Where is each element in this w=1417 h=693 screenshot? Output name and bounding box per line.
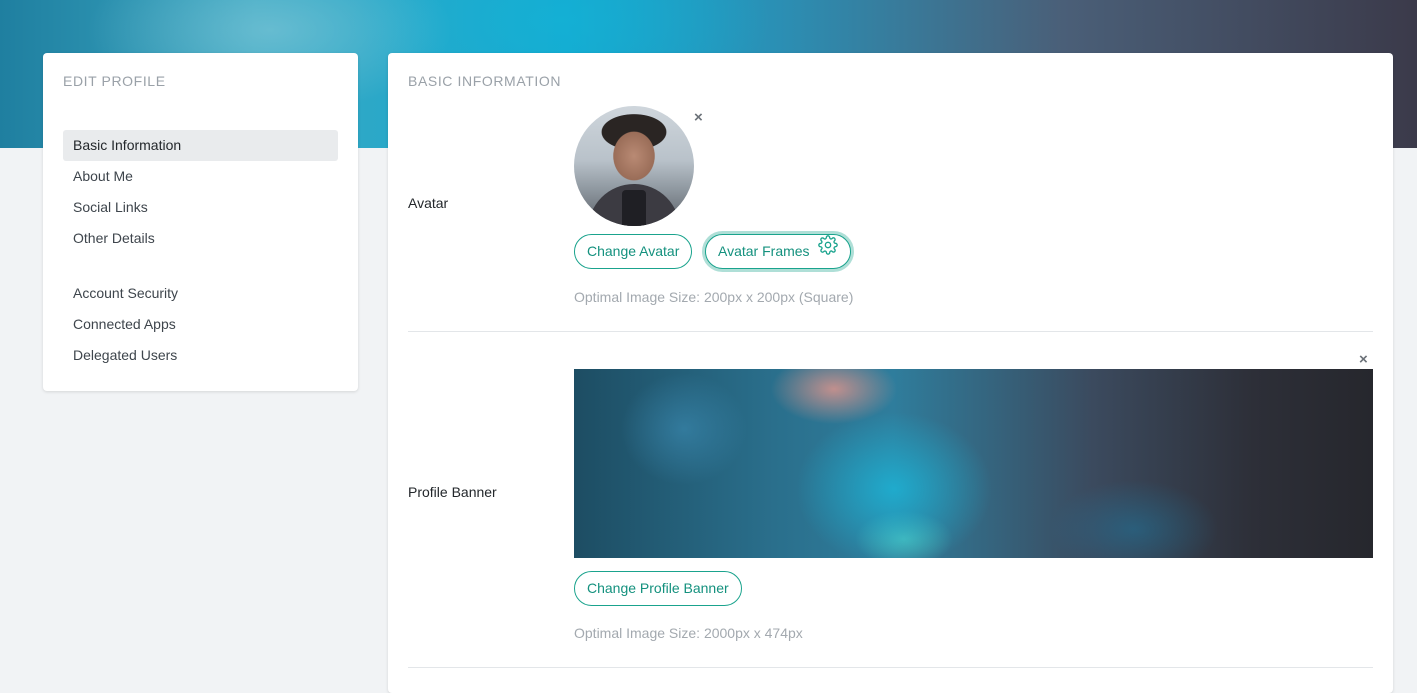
section-divider [408, 331, 1373, 332]
profile-banner-image [574, 369, 1373, 558]
sidebar-item-about-me[interactable]: About Me [63, 161, 338, 192]
avatar-frames-button[interactable]: Avatar Frames [705, 234, 851, 269]
sidebar-title: EDIT PROFILE [63, 73, 166, 89]
nav-group-account: Account Security Connected Apps Delegate… [63, 278, 338, 371]
sidebar-item-social-links[interactable]: Social Links [63, 192, 338, 223]
banner-size-hint: Optimal Image Size: 2000px x 474px [574, 625, 803, 641]
change-profile-banner-button[interactable]: Change Profile Banner [574, 571, 742, 606]
sidebar-item-connected-apps[interactable]: Connected Apps [63, 309, 338, 340]
section-divider [408, 667, 1373, 668]
sidebar-item-account-security[interactable]: Account Security [63, 278, 338, 309]
gear-icon [817, 234, 838, 267]
remove-avatar-icon[interactable]: × [694, 110, 703, 125]
profile-banner-label: Profile Banner [408, 484, 497, 500]
sidebar-item-other-details[interactable]: Other Details [63, 223, 338, 254]
avatar-size-hint: Optimal Image Size: 200px x 200px (Squar… [574, 289, 854, 305]
avatar-image [574, 106, 694, 226]
nav-group-profile: Basic Information About Me Social Links … [63, 130, 338, 254]
sidebar-item-delegated-users[interactable]: Delegated Users [63, 340, 338, 371]
avatar-label: Avatar [408, 195, 449, 211]
avatar-frames-label: Avatar Frames [718, 243, 810, 259]
remove-banner-icon[interactable]: × [1359, 352, 1368, 367]
edit-profile-sidebar: EDIT PROFILE Basic Information About Me … [43, 53, 358, 391]
change-avatar-button[interactable]: Change Avatar [574, 234, 693, 269]
sidebar-item-basic-information[interactable]: Basic Information [63, 130, 338, 161]
basic-information-card: BASIC INFORMATION Avatar × Change Avatar… [388, 53, 1393, 693]
section-title: BASIC INFORMATION [408, 73, 562, 89]
avatar-shirt [622, 190, 646, 226]
